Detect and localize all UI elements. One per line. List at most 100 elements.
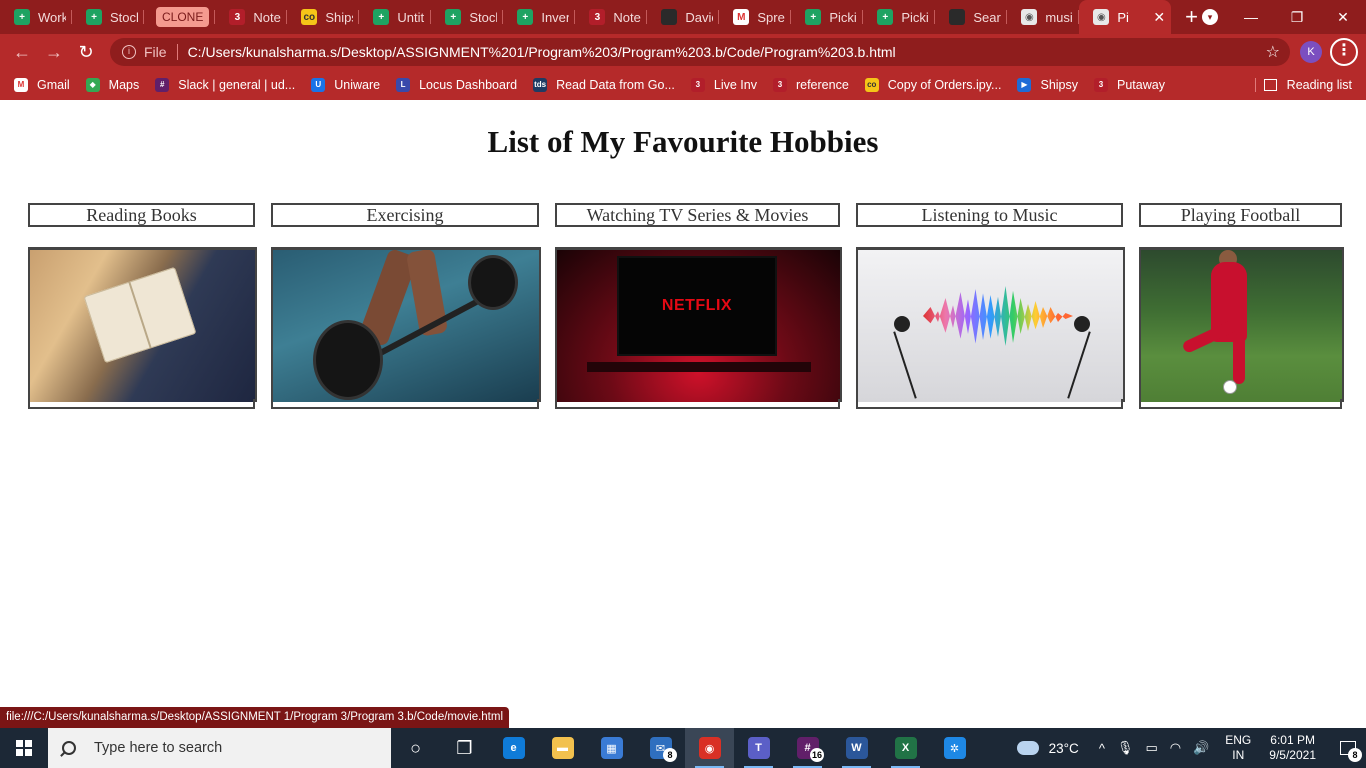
maps-icon: ◆: [85, 78, 100, 92]
hobby-label: Exercising: [271, 203, 539, 227]
close-tab-icon[interactable]: ✕: [1153, 9, 1165, 26]
clock[interactable]: 6:01 PM 9/5/2021: [1269, 733, 1316, 763]
browser-tab[interactable]: ◉ Pi ✕: [1079, 0, 1172, 34]
bookmark-item[interactable]: tds Read Data from Go...: [533, 78, 675, 92]
earphone-cord: [893, 331, 917, 399]
network-app-taskbar-button[interactable]: ✲: [930, 728, 979, 768]
browser-tab[interactable]: CLONE: [144, 0, 216, 34]
word-taskbar-button[interactable]: W: [832, 728, 881, 768]
windows-logo-icon: [16, 740, 32, 756]
browser-tab[interactable]: + Untitl: [359, 0, 432, 34]
window-controls: — ❐ ✕: [1228, 0, 1366, 34]
notification-center-button[interactable]: 8: [1330, 728, 1366, 768]
sheets-icon: +: [445, 9, 462, 25]
forward-button[interactable]: →: [38, 42, 70, 63]
bookmark-label: Putaway: [1117, 78, 1165, 92]
reload-button[interactable]: ↻: [70, 42, 102, 63]
browser-tab[interactable]: + Work: [0, 0, 72, 34]
language-indicator[interactable]: ENG IN: [1225, 733, 1251, 763]
bookmark-label: Maps: [108, 78, 140, 92]
speaker-icon[interactable]: 🔊: [1193, 740, 1209, 756]
netflix-tv-photo[interactable]: NETFLIX: [555, 247, 842, 402]
minimize-button[interactable]: —: [1228, 9, 1274, 25]
hobby-label: Playing Football: [1139, 203, 1342, 227]
browser-tab[interactable]: co Ships: [287, 0, 360, 34]
bookmark-item[interactable]: U Uniware: [311, 78, 380, 92]
weather-widget[interactable]: 23°C: [1016, 741, 1079, 756]
hobby-label: Listening to Music: [856, 203, 1123, 227]
browser-tab[interactable]: M Sprea: [719, 0, 792, 34]
bookmark-item[interactable]: M Gmail: [14, 78, 70, 92]
browser-tab[interactable]: 3 Notel: [215, 0, 288, 34]
security-label: File: [144, 44, 167, 60]
sheets-icon: +: [877, 9, 894, 25]
bookmark-item[interactable]: 3 Live Inv: [690, 78, 757, 92]
browser-tab[interactable]: + Pickil: [863, 0, 936, 34]
barbell-photo[interactable]: [271, 247, 541, 402]
store-taskbar-button[interactable]: ▦: [587, 728, 636, 768]
browser-tab[interactable]: + Pickil: [791, 0, 864, 34]
bookmark-item[interactable]: ▶ Shipsy: [1017, 78, 1078, 92]
globe-icon: ◉: [1093, 9, 1110, 25]
teams-taskbar-button[interactable]: T: [734, 728, 783, 768]
battery-icon[interactable]: ▭: [1145, 740, 1157, 756]
profile-avatar[interactable]: K: [1300, 41, 1322, 63]
link-status-bubble: file:///C:/Users/kunalsharma.s/Desktop/A…: [0, 707, 510, 728]
browser-tab[interactable]: Searc: [935, 0, 1008, 34]
bookmark-item[interactable]: 3 Putaway: [1094, 78, 1165, 92]
bookmark-item[interactable]: 3 reference: [772, 78, 849, 92]
browser-tab[interactable]: + Inven: [503, 0, 576, 34]
wifi-icon[interactable]: ◠: [1170, 740, 1181, 756]
address-separator: [176, 44, 178, 60]
address-bar[interactable]: i File C:/Users/kunalsharma.s/Desktop/AS…: [110, 38, 1290, 66]
browser-tab[interactable]: + Stock: [431, 0, 504, 34]
chevron-up-icon[interactable]: ^: [1099, 741, 1105, 756]
bookmark-item[interactable]: # Slack | general | ud...: [155, 78, 295, 92]
site-info-icon[interactable]: i: [122, 45, 136, 59]
taskbar-search-box[interactable]: Type here to search: [48, 728, 391, 768]
word-icon: W: [845, 737, 868, 759]
reading-list-button[interactable]: Reading list: [1263, 70, 1352, 100]
footballer-photo[interactable]: [1139, 247, 1344, 402]
new-tab-button[interactable]: +: [1185, 4, 1198, 30]
browser-tab[interactable]: 3 Notel: [575, 0, 648, 34]
microphone-icon[interactable]: 🎙: [1117, 740, 1134, 756]
browser-tab-strip: + Work + Stock CLONE 3 Notel co Ships + Untitl + Sto…: [0, 0, 1366, 34]
soundwave-shape: [923, 286, 1073, 346]
edge-taskbar-button[interactable]: e: [489, 728, 538, 768]
browser-tab[interactable]: Davic: [647, 0, 720, 34]
tab-search-icon[interactable]: ▾: [1202, 9, 1218, 25]
bookmark-label: Copy of Orders.ipy...: [887, 78, 1002, 92]
browser-tab[interactable]: + Stock: [72, 0, 144, 34]
language-line1: ENG: [1225, 733, 1252, 747]
tab-title: Stock: [469, 9, 497, 25]
app-badge: 16: [810, 748, 824, 762]
back-button[interactable]: ←: [6, 42, 38, 63]
file-explorer-taskbar-button[interactable]: ▬: [538, 728, 587, 768]
tv-stand: [587, 362, 811, 372]
earphones-soundwave-photo[interactable]: [856, 247, 1125, 402]
excel-taskbar-button[interactable]: X: [881, 728, 930, 768]
language-line2: IN: [1232, 748, 1245, 762]
restore-button[interactable]: ❐: [1274, 9, 1320, 26]
bookmark-star-icon[interactable]: ☆: [1266, 42, 1280, 62]
close-window-button[interactable]: ✕: [1320, 9, 1366, 26]
sheets-icon: +: [517, 9, 534, 25]
cortana-taskbar-button[interactable]: ○: [391, 728, 440, 768]
tab-title: Davic: [685, 9, 713, 25]
colab-icon: co: [301, 9, 318, 25]
browser-tab[interactable]: ◉ musi: [1007, 0, 1080, 34]
reading-photo[interactable]: [28, 247, 257, 402]
tab-title: Sprea: [757, 9, 785, 25]
bookmark-item[interactable]: ◆ Maps: [85, 78, 140, 92]
bookmark-item[interactable]: co Copy of Orders.ipy...: [864, 78, 1002, 92]
start-button[interactable]: [0, 728, 48, 768]
slack-taskbar-button[interactable]: #16: [783, 728, 832, 768]
browser-menu-icon[interactable]: ⋮: [1330, 38, 1358, 66]
address-url[interactable]: C:/Users/kunalsharma.s/Desktop/ASSIGNMEN…: [188, 44, 896, 60]
chrome-taskbar-button[interactable]: ◉: [685, 728, 734, 768]
sheets-icon: +: [86, 9, 102, 25]
task-view-taskbar-button[interactable]: ❐: [440, 728, 489, 768]
mail-taskbar-button[interactable]: ✉ 8: [636, 728, 685, 768]
bookmark-item[interactable]: L Locus Dashboard: [396, 78, 517, 92]
